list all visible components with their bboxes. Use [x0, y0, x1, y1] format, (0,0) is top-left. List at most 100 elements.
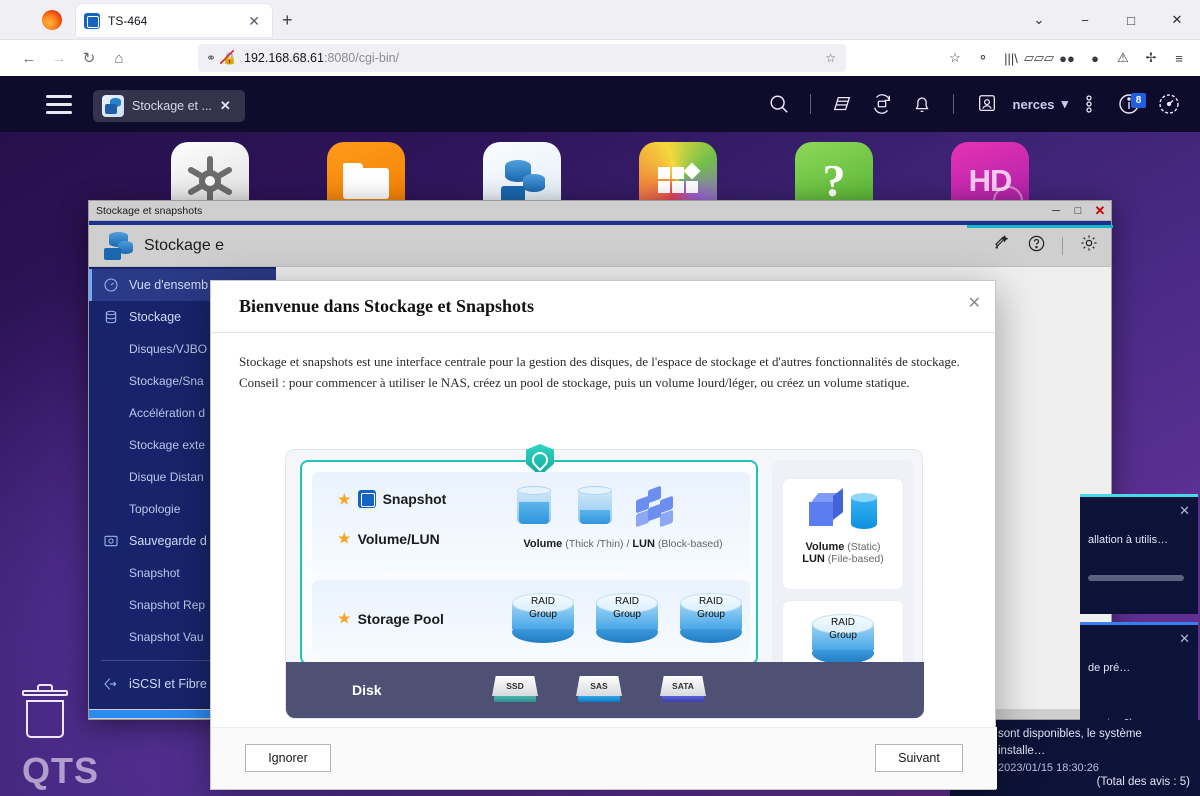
url-bar[interactable]: ⚭ 🔒 192.168.68.61:8080/cgi-bin/ ☆	[198, 44, 846, 72]
screen-root: TS-464 ✕ + ⌄ − □ ✕ ← → ↻ ⌂ ⚭ 🔒 192.168.6…	[0, 0, 1200, 796]
molecule-icon[interactable]: ●●	[1054, 44, 1080, 72]
sync-icon[interactable]	[863, 85, 901, 123]
window-close-button[interactable]: ✕	[1089, 201, 1111, 221]
ignore-button[interactable]: Ignorer	[245, 744, 331, 772]
close-icon[interactable]: ✕	[1179, 503, 1190, 519]
bell-icon[interactable]	[903, 85, 941, 123]
header-divider	[1062, 236, 1063, 255]
pocket-icon[interactable]: ⚬	[970, 44, 996, 72]
qts-topbar: Stockage et ... ✕ nerces ▾ 8	[0, 76, 1200, 132]
qts-taskbar-tab-storage[interactable]: Stockage et ... ✕	[93, 90, 245, 122]
help-circle-icon[interactable]	[1027, 234, 1046, 258]
volume-caption-thin: (Thick /Thin)	[562, 538, 624, 550]
next-button[interactable]: Suivant	[875, 744, 963, 772]
shield-icon: ⚭	[206, 51, 217, 65]
notification-progress-bar	[1088, 575, 1184, 581]
disk-layer-bar: Disk SSD SAS SATA	[286, 662, 924, 718]
qts-tab-close-icon[interactable]: ✕	[220, 98, 231, 114]
app-menu-icon[interactable]: ≡	[1166, 44, 1192, 72]
thin-volume-icon	[578, 486, 612, 526]
raid-group-icon: RAID Group	[512, 593, 574, 643]
new-tab-button[interactable]: +	[282, 10, 293, 30]
window-cyan-accent	[967, 225, 1113, 228]
profile-avatar-icon[interactable]: ●	[1082, 44, 1108, 72]
sidebar-label: Snapshot Vau	[129, 630, 204, 644]
main-menu-icon[interactable]	[46, 95, 72, 114]
modal-title: Bienvenue dans Stockage et Snapshots	[239, 296, 535, 316]
trash-icon	[22, 684, 68, 740]
window-title: Stockage et snapshots	[96, 204, 203, 217]
bookmark-star-icon[interactable]: ☆	[825, 51, 836, 65]
modal-header: Bienvenue dans Stockage et Snapshots ✕	[211, 281, 995, 333]
ssd-disk-icon: SSD	[492, 676, 538, 704]
search-icon[interactable]	[760, 85, 798, 123]
file-lun-caption: LUN (File-based)	[783, 553, 903, 565]
desktop-trash[interactable]	[22, 684, 72, 740]
raid-group-icon: RAID Group	[680, 593, 742, 643]
tab-close-icon[interactable]: ✕	[244, 12, 264, 30]
warning-extension-icon[interactable]: ⚠	[1110, 44, 1136, 72]
gear-glyph	[186, 156, 234, 206]
database-icon	[101, 308, 120, 327]
user-menu[interactable]: nerces ▾	[968, 85, 1068, 123]
diagram-row-volume-lun: ★ Volume/LUN	[338, 530, 440, 547]
diagram-row-label: Storage Pool	[357, 610, 444, 627]
back-icon[interactable]: ←	[14, 43, 44, 73]
star-icon: ★	[338, 610, 351, 626]
question-mark-glyph: ?	[822, 155, 846, 206]
sidebar-label: Vue d'ensemb	[129, 278, 209, 292]
tab-title: TS-464	[108, 13, 148, 28]
sidebar-label: Stockage/Sna	[129, 374, 204, 388]
puzzle-icon[interactable]: ✢	[1138, 44, 1164, 72]
more-vertical-icon[interactable]	[1070, 85, 1108, 123]
browser-tab[interactable]: TS-464 ✕	[76, 4, 272, 37]
storage-pool-panel: ★ Storage Pool RAID Group RAID Group RAI…	[312, 580, 750, 657]
forward-icon[interactable]: →	[44, 43, 74, 73]
save-to-pocket-icon[interactable]: ☆	[942, 44, 968, 72]
pool-group-outline: ★ Snapshot ★ Volume/LUN Volume (Thick /T…	[300, 444, 758, 665]
window-maximize-button[interactable]: □	[1067, 201, 1089, 221]
firefox-logo-icon	[42, 10, 62, 30]
close-icon[interactable]: ✕	[1179, 631, 1190, 647]
snapshot-icon	[101, 532, 120, 551]
thick-volume-icon	[517, 486, 551, 526]
disk-type-label: SATA	[672, 681, 694, 691]
raid-line2: Group	[829, 629, 857, 641]
notification-item[interactable]: ✕ allation à utilis…	[1080, 494, 1198, 614]
raid-line1: RAID	[615, 596, 639, 607]
browser-extensions: ☆ ⚬ |||\ ▱▱▱ ●● ● ⚠ ✢ ≡	[942, 44, 1192, 72]
qts-desktop: Stockage et ... ✕ nerces ▾ 8 ? HD Stocka…	[0, 76, 1200, 796]
library-icon[interactable]: |||\	[998, 44, 1024, 72]
close-button[interactable]: ✕	[1154, 0, 1200, 40]
storage-snapshots-icon	[102, 95, 124, 117]
url-text: 192.168.68.61:8080/cgi-bin/	[244, 51, 399, 65]
tab-favicon-icon	[84, 12, 100, 29]
static-volume-caption: Volume (Static)	[783, 541, 903, 553]
info-icon[interactable]: 8	[1110, 85, 1148, 123]
minimize-button[interactable]: −	[1062, 0, 1108, 40]
static-volume-card: Volume (Static) LUN (File-based)	[782, 478, 904, 590]
maximize-button[interactable]: □	[1108, 0, 1154, 40]
diagram-row-storage-pool: ★ Storage Pool	[338, 610, 444, 627]
home-icon[interactable]: ⌂	[104, 43, 134, 73]
sidebar-label: Snapshot Rep	[129, 598, 206, 612]
barcode-icon[interactable]: ▱▱▱	[1024, 44, 1054, 72]
window-controls: ─ □ ✕	[1045, 201, 1111, 221]
diagram-row-label: Snapshot	[382, 491, 447, 507]
side-volume-bold: Volume	[805, 541, 845, 553]
wand-icon[interactable]	[992, 234, 1011, 258]
raid-group-icon: RAID Group	[596, 593, 658, 643]
gear-icon[interactable]	[1079, 233, 1099, 258]
insecure-lock-icon: 🔒	[220, 50, 238, 65]
window-titlebar[interactable]: Stockage et snapshots ─ □ ✕	[89, 201, 1111, 221]
list-all-tabs-icon[interactable]: ⌄	[1016, 0, 1062, 40]
raid-line2: Group	[613, 608, 641, 620]
sidebar-label: Disque Distan	[129, 470, 204, 484]
reload-icon[interactable]: ↻	[74, 43, 104, 73]
iscsi-icon	[101, 675, 120, 694]
dashboard-icon[interactable]	[1150, 85, 1188, 123]
volume-icon[interactable]	[823, 85, 861, 123]
modal-close-icon[interactable]: ✕	[968, 293, 981, 313]
window-minimize-button[interactable]: ─	[1045, 201, 1067, 221]
disk-type-label: SSD	[506, 681, 524, 691]
